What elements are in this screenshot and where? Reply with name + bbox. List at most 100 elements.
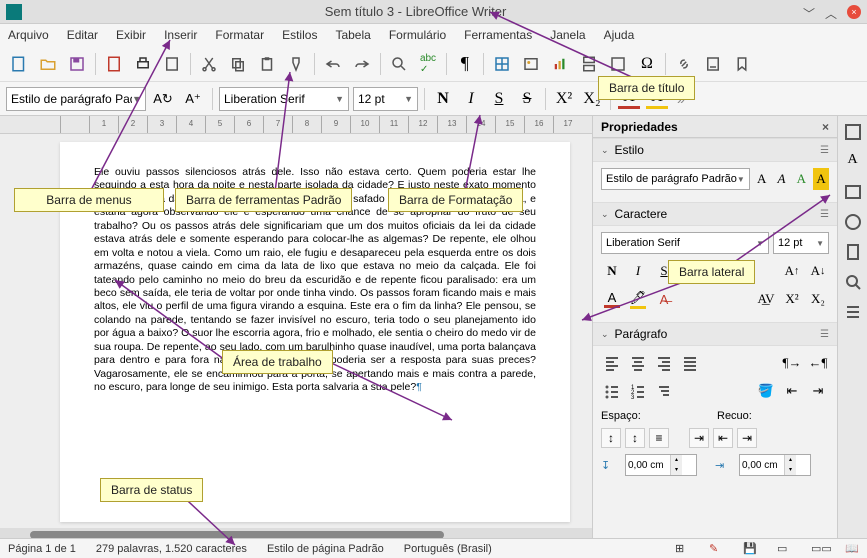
cut-icon[interactable] [196, 51, 222, 77]
rtl-icon[interactable]: ←¶ [807, 352, 829, 374]
sb-bold[interactable]: N [601, 260, 623, 282]
sidebar-close-icon[interactable]: × [822, 120, 829, 134]
pagebreak-icon[interactable] [576, 51, 602, 77]
view-multi-icon[interactable]: ▭▭ [811, 542, 825, 556]
tab-gallery-icon[interactable] [843, 182, 863, 202]
menu-formatar[interactable]: Formatar [215, 28, 264, 42]
bg-color-icon[interactable]: 🪣 [755, 380, 777, 402]
menu-formulario[interactable]: Formulário [389, 28, 446, 42]
image-icon[interactable] [518, 51, 544, 77]
panel-para-header[interactable]: ⌄Parágrafo☰ [593, 322, 837, 346]
print-preview-icon[interactable] [159, 51, 185, 77]
sb-style-edit-icon[interactable]: A [793, 168, 809, 190]
panel-style-header[interactable]: ⌄Estilo☰ [593, 138, 837, 162]
status-lang[interactable]: Português (Brasil) [404, 543, 492, 555]
menu-ajuda[interactable]: Ajuda [604, 28, 635, 42]
menu-tabela[interactable]: Tabela [335, 28, 370, 42]
sb-sup[interactable]: X² [781, 288, 803, 310]
indent-inc-icon[interactable]: ⇥ [807, 380, 829, 402]
ls-icon[interactable]: ≡ [649, 428, 669, 448]
menu-exibir[interactable]: Exibir [116, 28, 146, 42]
ind-dec-icon[interactable]: ⇤ [713, 428, 733, 448]
new-style-icon[interactable]: A⁺ [180, 86, 206, 112]
italic-button[interactable]: I [459, 87, 483, 111]
hyperlink-icon[interactable] [671, 51, 697, 77]
ind-inc-icon[interactable]: ⇥ [689, 428, 709, 448]
menu-editar[interactable]: Editar [67, 28, 98, 42]
sp-dec-icon[interactable]: ↕ [625, 428, 645, 448]
outline-icon[interactable] [653, 380, 675, 402]
minimize-button[interactable]: ﹀ [803, 5, 817, 19]
sb-style-combo[interactable]: Estilo de parágrafo Padrão▼ [601, 168, 750, 190]
footnote-icon[interactable] [700, 51, 726, 77]
tab-properties-icon[interactable] [843, 122, 863, 142]
align-right-icon[interactable] [653, 352, 675, 374]
tab-navigator-icon[interactable] [843, 212, 863, 232]
sb-font-combo[interactable]: Liberation Serif▼ [601, 232, 769, 254]
menu-arquivo[interactable]: Arquivo [8, 28, 49, 42]
sb-sub[interactable]: X₂ [807, 288, 829, 310]
status-words[interactable]: 279 palavras, 1.520 caracteres [96, 543, 247, 555]
font-name-combo[interactable]: Liberation Serif▼ [219, 87, 349, 111]
numbering-icon[interactable]: 123 [627, 380, 649, 402]
copy-icon[interactable] [225, 51, 251, 77]
sp-inc-icon[interactable]: ↕ [601, 428, 621, 448]
ind-first-icon[interactable]: ⇥ [737, 428, 757, 448]
menu-ferramentas[interactable]: Ferramentas [464, 28, 532, 42]
redo-icon[interactable] [349, 51, 375, 77]
sb-grow[interactable]: A↑ [781, 260, 803, 282]
panel-char-header[interactable]: ⌄Caractere☰ [593, 202, 837, 226]
close-button[interactable]: × [847, 5, 861, 19]
tab-styles-icon[interactable]: A [843, 152, 863, 172]
sb-italic[interactable]: I [627, 260, 649, 282]
ltr-icon[interactable]: ¶→ [781, 352, 803, 374]
maximize-button[interactable]: ︿ [825, 5, 839, 19]
view-single-icon[interactable]: ▭ [777, 542, 791, 556]
clone-format-icon[interactable] [283, 51, 309, 77]
open-icon[interactable] [35, 51, 61, 77]
font-size-combo[interactable]: 12 pt▼ [353, 87, 418, 111]
sb-spacing[interactable]: A͟V [755, 288, 777, 310]
horizontal-ruler[interactable]: 1234567891011121314151617 [0, 116, 592, 134]
sb-shrink[interactable]: A↓ [807, 260, 829, 282]
strike-button[interactable]: S [515, 87, 539, 111]
indent-dec-icon[interactable]: ⇤ [781, 380, 803, 402]
sb-style-hilite-icon[interactable]: A [813, 168, 829, 190]
paste-icon[interactable] [254, 51, 280, 77]
status-page[interactable]: Página 1 de 1 [8, 543, 76, 555]
field-icon[interactable] [605, 51, 631, 77]
menu-inserir[interactable]: Inserir [164, 28, 197, 42]
indent-left-spinner[interactable]: ▴▾ [739, 454, 811, 476]
align-left-icon[interactable] [601, 352, 623, 374]
undo-icon[interactable] [320, 51, 346, 77]
status-save-icon[interactable]: 💾 [743, 542, 757, 556]
sb-style-new-icon[interactable]: A [754, 168, 770, 190]
status-page-style[interactable]: Estilo de página Padrão [267, 543, 384, 555]
tab-page-icon[interactable] [843, 242, 863, 262]
export-pdf-icon[interactable] [101, 51, 127, 77]
align-center-icon[interactable] [627, 352, 649, 374]
find-icon[interactable] [386, 51, 412, 77]
sb-hilite[interactable]: 🖊 [627, 288, 649, 310]
view-book-icon[interactable]: 📖 [845, 542, 859, 556]
para-style-combo[interactable]: Estilo de parágrafo Padrão▼ [6, 87, 146, 111]
save-icon[interactable] [64, 51, 90, 77]
status-insert-icon[interactable]: ⊞ [675, 542, 689, 556]
menu-janela[interactable]: Janela [550, 28, 585, 42]
sb-clear[interactable]: A̶ [653, 288, 675, 310]
nonprinting-icon[interactable]: ¶ [452, 51, 478, 77]
new-icon[interactable] [6, 51, 32, 77]
bookmark-icon[interactable] [729, 51, 755, 77]
chart-icon[interactable] [547, 51, 573, 77]
print-icon[interactable] [130, 51, 156, 77]
update-style-icon[interactable]: A↻ [150, 86, 176, 112]
superscript-button[interactable]: X² [552, 87, 576, 111]
bold-button[interactable]: N [431, 87, 455, 111]
align-justify-icon[interactable] [679, 352, 701, 374]
special-char-icon[interactable]: Ω [634, 51, 660, 77]
sb-style-update-icon[interactable]: A [774, 168, 790, 190]
table-icon[interactable] [489, 51, 515, 77]
space-above-spinner[interactable]: ▴▾ [625, 454, 697, 476]
tab-manage-icon[interactable] [843, 302, 863, 322]
spellcheck-icon[interactable]: abc✓ [415, 51, 441, 77]
